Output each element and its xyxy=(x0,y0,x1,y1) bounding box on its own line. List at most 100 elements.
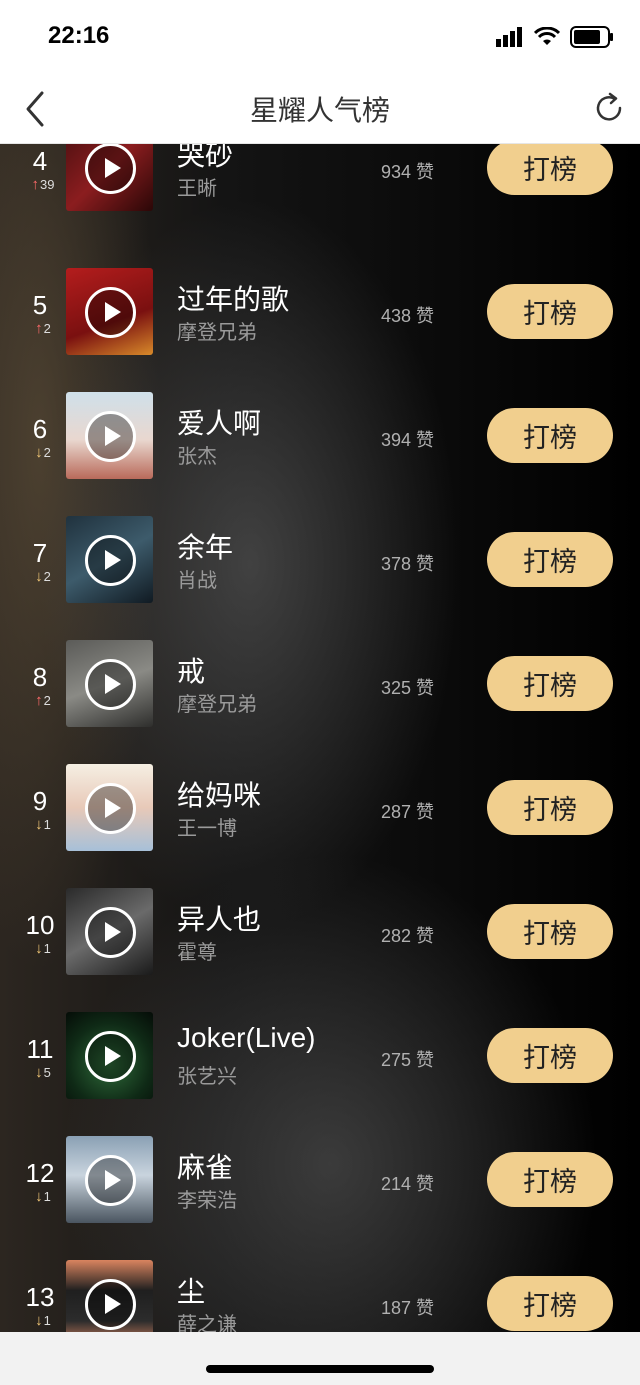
song-title: 过年的歌 xyxy=(177,284,290,315)
trend-indicator: ↓1 xyxy=(18,816,68,833)
trend-value: 2 xyxy=(43,693,51,708)
list-item: 10 ↓1 异人也 霍尊 282 赞 打榜 xyxy=(0,868,640,992)
song-title: Joker(Live) xyxy=(177,1022,316,1053)
wifi-icon xyxy=(534,27,560,45)
album-cover[interactable] xyxy=(66,516,153,603)
signal-icon xyxy=(496,27,522,47)
list-item: 5 ↑2 过年的歌 摩登兄弟 438 赞 打榜 xyxy=(0,248,640,372)
like-count: 214 赞 xyxy=(380,1174,434,1194)
arrow-up-icon: ↑ xyxy=(35,320,43,337)
trend-value: 2 xyxy=(43,445,51,460)
list-item: 12 ↓1 麻雀 李荣浩 214 赞 打榜 xyxy=(0,1116,640,1240)
like-count: 378 赞 xyxy=(380,554,434,574)
trend-indicator: ↓1 xyxy=(18,1188,68,1205)
list-item: 4 ↑39 哭砂 王晰 934 赞 打榜 xyxy=(0,144,640,248)
trend-value: 1 xyxy=(43,817,51,832)
album-cover[interactable] xyxy=(66,144,153,211)
artist-name: 肖战 xyxy=(177,570,217,592)
trend-indicator: ↓1 xyxy=(18,1312,68,1329)
trend-indicator: ↓5 xyxy=(18,1064,68,1081)
artist-name: 王一博 xyxy=(177,818,237,840)
nav-bar: 星耀人气榜 xyxy=(0,75,640,144)
home-indicator[interactable] xyxy=(206,1365,434,1373)
artist-name: 霍尊 xyxy=(177,942,217,964)
battery-icon xyxy=(570,26,613,48)
song-title: 麻雀 xyxy=(177,1152,234,1183)
rank-number: 6 xyxy=(32,414,48,444)
artist-name: 张艺兴 xyxy=(177,1066,237,1088)
play-icon xyxy=(85,1155,136,1206)
status-time: 22:16 xyxy=(48,22,110,49)
arrow-up-icon: ↑ xyxy=(31,176,40,193)
status-bar: 22:16 xyxy=(0,0,640,75)
play-icon xyxy=(85,907,136,958)
artist-name: 摩登兄弟 xyxy=(177,322,257,344)
arrow-down-icon: ↓ xyxy=(35,940,43,957)
trend-indicator: ↑2 xyxy=(18,320,68,337)
song-title: 尘 xyxy=(177,1276,206,1307)
vote-button[interactable]: 打榜 xyxy=(487,532,613,587)
list-item: 13 ↓1 尘 薛之谦 187 赞 打榜 xyxy=(0,1240,640,1332)
ranking-list: 4 ↑39 哭砂 王晰 934 赞 打榜 5 ↑2 过年的歌 摩登兄弟 438 … xyxy=(0,144,640,1332)
vote-button[interactable]: 打榜 xyxy=(487,1152,613,1207)
arrow-up-icon: ↑ xyxy=(35,692,43,709)
artist-name: 薛之谦 xyxy=(177,1314,237,1332)
rank-number: 10 xyxy=(25,910,55,940)
vote-button[interactable]: 打榜 xyxy=(487,904,613,959)
trend-indicator: ↓2 xyxy=(18,444,68,461)
vote-button[interactable]: 打榜 xyxy=(487,1028,613,1083)
like-count: 187 赞 xyxy=(380,1298,434,1318)
artist-name: 李荣浩 xyxy=(177,1190,237,1212)
album-cover[interactable] xyxy=(66,392,153,479)
artist-name: 摩登兄弟 xyxy=(177,694,257,716)
rank-number: 12 xyxy=(25,1158,55,1188)
rank-number: 11 xyxy=(26,1034,54,1064)
trend-indicator: ↑39 xyxy=(18,176,68,193)
play-icon xyxy=(85,411,136,462)
list-item: 7 ↓2 余年 肖战 378 赞 打榜 xyxy=(0,496,640,620)
play-icon xyxy=(85,1279,136,1330)
vote-button[interactable]: 打榜 xyxy=(487,656,613,711)
song-title: 戒 xyxy=(177,656,206,687)
trend-value: 2 xyxy=(43,569,51,584)
artist-name: 王晰 xyxy=(177,178,217,200)
play-icon xyxy=(85,535,136,586)
trend-value: 5 xyxy=(43,1065,51,1080)
album-cover[interactable] xyxy=(66,1136,153,1223)
trend-indicator: ↓2 xyxy=(18,568,68,585)
play-icon xyxy=(85,783,136,834)
home-indicator-area xyxy=(0,1332,640,1385)
album-cover[interactable] xyxy=(66,888,153,975)
rank-number: 9 xyxy=(32,786,48,816)
vote-button[interactable]: 打榜 xyxy=(487,780,613,835)
album-cover[interactable] xyxy=(66,764,153,851)
like-count: 934 赞 xyxy=(380,162,434,182)
album-cover[interactable] xyxy=(66,268,153,355)
song-title: 哭砂 xyxy=(177,144,234,171)
trend-indicator: ↓1 xyxy=(18,940,68,957)
play-icon xyxy=(85,1031,136,1082)
refresh-button[interactable] xyxy=(592,91,626,125)
trend-value: 1 xyxy=(43,1313,51,1328)
arrow-down-icon: ↓ xyxy=(35,1312,43,1329)
like-count: 325 赞 xyxy=(380,678,434,698)
arrow-down-icon: ↓ xyxy=(35,444,43,461)
song-title: 爱人啊 xyxy=(177,408,262,439)
arrow-down-icon: ↓ xyxy=(35,1188,43,1205)
arrow-down-icon: ↓ xyxy=(35,568,43,585)
vote-button[interactable]: 打榜 xyxy=(487,284,613,339)
arrow-down-icon: ↓ xyxy=(35,816,43,833)
refresh-icon xyxy=(596,92,622,121)
rank-number: 13 xyxy=(25,1282,55,1312)
album-cover[interactable] xyxy=(66,1260,153,1332)
vote-button[interactable]: 打榜 xyxy=(487,408,613,463)
album-cover[interactable] xyxy=(66,1012,153,1099)
play-icon xyxy=(85,287,136,338)
vote-button[interactable]: 打榜 xyxy=(487,1276,613,1331)
like-count: 275 赞 xyxy=(380,1050,434,1070)
song-title: 异人也 xyxy=(177,904,262,935)
vote-button[interactable]: 打榜 xyxy=(487,144,613,195)
album-cover[interactable] xyxy=(66,640,153,727)
like-count: 287 赞 xyxy=(380,802,434,822)
trend-indicator: ↑2 xyxy=(18,692,68,709)
